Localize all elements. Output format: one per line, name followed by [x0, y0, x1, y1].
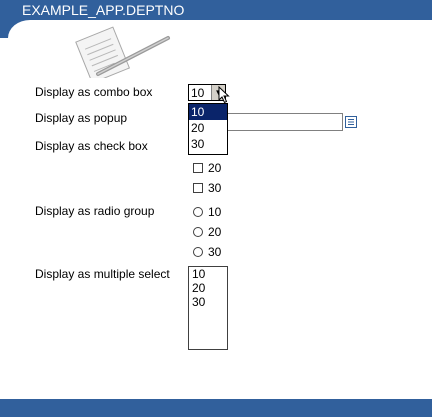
combo-value: 10: [191, 86, 205, 100]
header-curve: [0, 20, 56, 56]
radio-label: 10: [208, 205, 222, 219]
checkbox-icon[interactable]: [193, 183, 203, 193]
checkbox-label: 30: [208, 181, 222, 195]
radio-option[interactable]: 30: [193, 245, 221, 259]
notepad-pencil-icon: [75, 26, 170, 78]
multiselect-option[interactable]: 20: [192, 281, 227, 295]
combo-option[interactable]: 10: [189, 104, 227, 120]
checkbox-option[interactable]: 30: [193, 181, 221, 195]
radio-icon[interactable]: [193, 227, 203, 237]
list-of-values-icon[interactable]: [345, 116, 357, 128]
radio-icon[interactable]: [193, 207, 203, 217]
combo-option[interactable]: 20: [189, 120, 227, 136]
label-radio-group: Display as radio group: [35, 204, 155, 218]
radio-label: 20: [208, 225, 222, 239]
label-check-box: Display as check box: [35, 139, 148, 153]
footer-bar: [0, 399, 432, 417]
checkbox-icon[interactable]: [193, 163, 203, 173]
combo-dropdown-list[interactable]: 10 20 30: [188, 103, 228, 155]
popup-input[interactable]: [228, 113, 343, 131]
radio-icon[interactable]: [193, 247, 203, 257]
checkbox-option[interactable]: 20: [193, 161, 221, 175]
page-title: EXAMPLE_APP.DEPTNO: [22, 2, 185, 18]
radio-label: 30: [208, 245, 222, 259]
label-popup: Display as popup: [35, 111, 128, 125]
combo-option[interactable]: 30: [189, 136, 227, 152]
mouse-pointer-icon: [218, 86, 230, 104]
checkbox-label: 20: [208, 161, 222, 175]
multiselect-option[interactable]: 10: [192, 267, 227, 281]
multiselect-option[interactable]: 30: [192, 295, 227, 309]
multiple-select-list[interactable]: 10 20 30: [188, 266, 228, 350]
label-combo-box: Display as combo box: [35, 85, 153, 99]
radio-option[interactable]: 20: [193, 225, 221, 239]
radio-option[interactable]: 10: [193, 205, 221, 219]
label-multiple-select: Display as multiple select: [35, 267, 170, 281]
